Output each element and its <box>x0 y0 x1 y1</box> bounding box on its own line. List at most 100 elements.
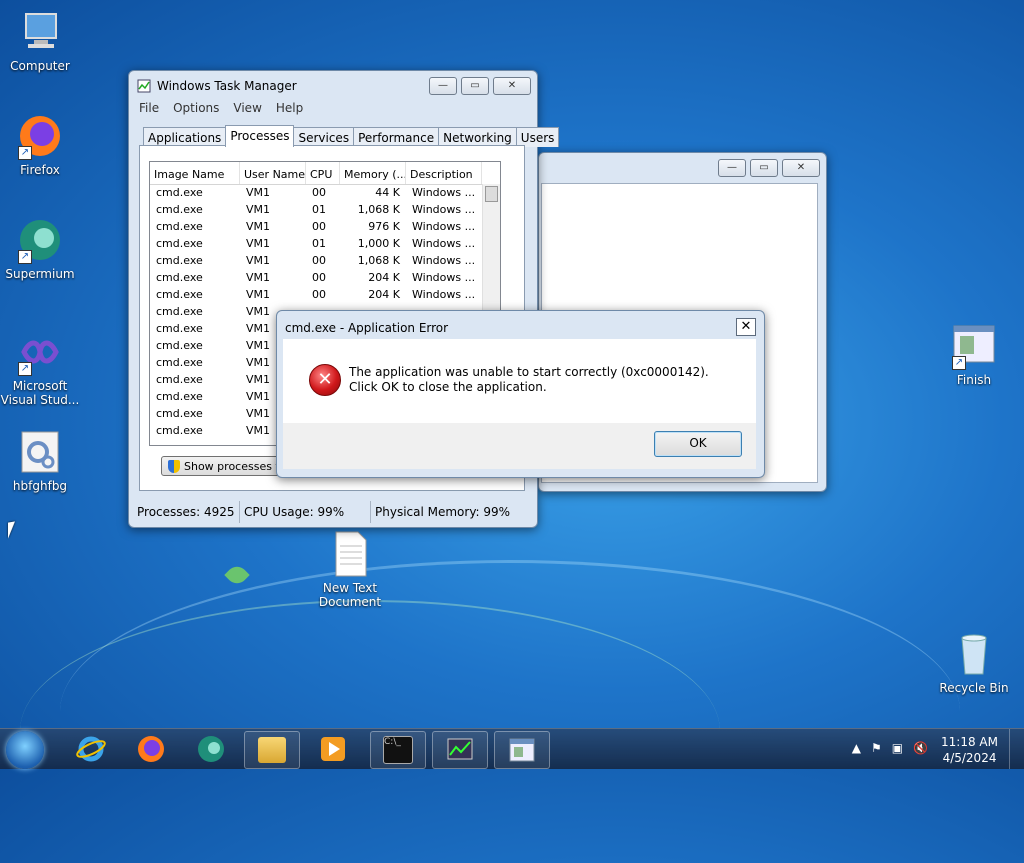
column-header-user-name[interactable]: User Name <box>240 162 306 184</box>
application-error-dialog[interactable]: cmd.exe - Application Error ✕ ✕ The appl… <box>276 310 765 478</box>
menu-bar: File Options View Help <box>139 101 303 115</box>
desktop-icon-hbfghfbg[interactable]: hbfghfbg <box>0 428 80 493</box>
table-cell: Windows ... <box>412 220 476 233</box>
media-player-icon <box>321 737 345 761</box>
title-bar[interactable]: Windows Task Manager — ▭ ✕ <box>129 71 537 99</box>
maximize-button[interactable]: ▭ <box>461 77 489 95</box>
status-cpu-usage: CPU Usage: 99% <box>240 501 371 523</box>
table-cell: 00 <box>312 288 326 301</box>
wallpaper-leaf <box>224 562 250 588</box>
close-button[interactable]: ✕ <box>493 77 531 95</box>
shortcut-arrow-icon: ↗ <box>952 356 966 370</box>
desktop-icon-firefox[interactable]: ↗ Firefox <box>0 112 80 177</box>
minimize-button[interactable]: — <box>429 77 457 95</box>
tab-services[interactable]: Services <box>293 127 355 147</box>
tab-applications[interactable]: Applications <box>143 127 227 147</box>
column-header-image-name[interactable]: Image Name <box>150 162 240 184</box>
table-cell: cmd.exe <box>156 322 203 335</box>
table-cell: cmd.exe <box>156 424 203 437</box>
menu-view[interactable]: View <box>233 101 261 115</box>
tab-processes[interactable]: Processes <box>225 125 295 147</box>
taskbar-file-explorer[interactable] <box>244 731 300 769</box>
desktop-icon-label: hbfghfbg <box>12 479 68 493</box>
taskbar-internet-explorer[interactable] <box>64 731 118 767</box>
desktop-icon-new-text-document[interactable]: New Text Document <box>310 530 390 609</box>
desktop-icon-computer[interactable]: Computer <box>0 8 80 73</box>
table-row[interactable]: cmd.exe VM1 00 204 K Windows ... <box>150 270 500 287</box>
maximize-button[interactable]: ▭ <box>750 159 778 177</box>
cmd-icon: C:\_ <box>383 736 413 764</box>
tab-networking[interactable]: Networking <box>438 127 517 147</box>
table-cell: 1,068 K <box>357 203 400 216</box>
taskbar-media-player[interactable] <box>306 731 360 767</box>
column-header-description[interactable]: Description <box>406 162 482 184</box>
desktop-icon-recycle-bin[interactable]: Recycle Bin <box>934 630 1014 695</box>
uac-shield-icon <box>168 460 180 473</box>
table-row[interactable]: cmd.exe VM1 00 1,068 K Windows ... <box>150 253 500 270</box>
dialog-body: ✕ The application was unable to start co… <box>283 339 756 469</box>
scrollbar-thumb[interactable] <box>485 186 498 202</box>
table-row[interactable]: cmd.exe VM1 00 976 K Windows ... <box>150 219 500 236</box>
firefox-icon: ↗ <box>16 112 64 160</box>
table-cell: VM1 <box>246 203 271 216</box>
app-shortcut-icon: ↗ <box>950 322 998 370</box>
tab-strip: Applications Processes Services Performa… <box>143 125 560 147</box>
show-desktop-button[interactable] <box>1009 729 1024 769</box>
table-cell: VM1 <box>246 186 271 199</box>
minimize-button[interactable]: — <box>718 159 746 177</box>
table-cell: 01 <box>312 237 326 250</box>
taskbar-firefox[interactable] <box>124 731 178 767</box>
taskbar-clock[interactable]: 11:18 AM 4/5/2024 <box>941 734 998 766</box>
taskbar-window-app[interactable] <box>494 731 550 769</box>
table-cell: 1,068 K <box>357 254 400 267</box>
taskbar-supermium[interactable] <box>184 731 238 767</box>
show-all-processes-button[interactable]: Show processes fro <box>161 456 281 476</box>
file-explorer-icon <box>258 737 286 763</box>
table-row[interactable]: cmd.exe VM1 00 44 K Windows ... <box>150 185 500 202</box>
network-icon[interactable]: ▣ <box>892 741 903 755</box>
table-cell: cmd.exe <box>156 339 203 352</box>
task-manager-icon <box>137 79 151 93</box>
wallpaper-swoosh <box>60 560 960 863</box>
table-cell: cmd.exe <box>156 390 203 403</box>
table-cell: cmd.exe <box>156 305 203 318</box>
desktop-icon-visual-studio[interactable]: ↗ Microsoft Visual Stud... <box>0 328 80 407</box>
taskbar-task-manager[interactable] <box>432 731 488 769</box>
ok-button[interactable]: OK <box>654 431 742 457</box>
close-button[interactable]: ✕ <box>782 159 820 177</box>
tab-users[interactable]: Users <box>515 127 560 147</box>
clock-time: 11:18 AM <box>941 735 998 749</box>
start-button[interactable] <box>6 731 44 769</box>
show-hidden-icons-icon[interactable]: ▲ <box>852 741 861 755</box>
dialog-close-button[interactable]: ✕ <box>736 318 756 336</box>
show-all-processes-label: Show processes fro <box>184 460 281 473</box>
desktop-icon-label: Finish <box>956 373 992 387</box>
table-cell: cmd.exe <box>156 237 203 250</box>
error-message: The application was unable to start corr… <box>349 365 709 394</box>
settings-file-icon <box>16 428 64 476</box>
taskbar-cmd[interactable]: C:\_ <box>370 731 426 769</box>
table-row[interactable]: cmd.exe VM1 01 1,068 K Windows ... <box>150 202 500 219</box>
volume-muted-icon[interactable]: 🔇 <box>913 741 928 755</box>
menu-help[interactable]: Help <box>276 101 303 115</box>
table-row[interactable]: cmd.exe VM1 00 204 K Windows ... <box>150 287 500 304</box>
action-center-flag-icon[interactable]: ⚑ <box>871 741 882 755</box>
column-header-cpu[interactable]: CPU <box>306 162 340 184</box>
menu-file[interactable]: File <box>139 101 159 115</box>
table-row[interactable]: cmd.exe VM1 01 1,000 K Windows ... <box>150 236 500 253</box>
status-bar: Processes: 4925 CPU Usage: 99% Physical … <box>133 501 533 523</box>
desktop-icon-label: New Text Document <box>318 581 382 609</box>
supermium-icon: ↗ <box>16 216 64 264</box>
desktop-icon-label: Computer <box>10 59 70 73</box>
desktop-icon-supermium[interactable]: ↗ Supermium <box>0 216 80 281</box>
table-cell: cmd.exe <box>156 271 203 284</box>
table-cell: 1,000 K <box>357 237 400 250</box>
desktop-icon-finish[interactable]: ↗ Finish <box>934 322 1014 387</box>
column-header-memory[interactable]: Memory (... <box>340 162 406 184</box>
dialog-title: cmd.exe - Application Error <box>285 321 449 335</box>
table-cell: 01 <box>312 203 326 216</box>
list-header: Image Name User Name CPU Memory (... Des… <box>150 162 500 185</box>
tab-performance[interactable]: Performance <box>353 127 440 147</box>
table-cell: VM1 <box>246 237 271 250</box>
menu-options[interactable]: Options <box>173 101 219 115</box>
